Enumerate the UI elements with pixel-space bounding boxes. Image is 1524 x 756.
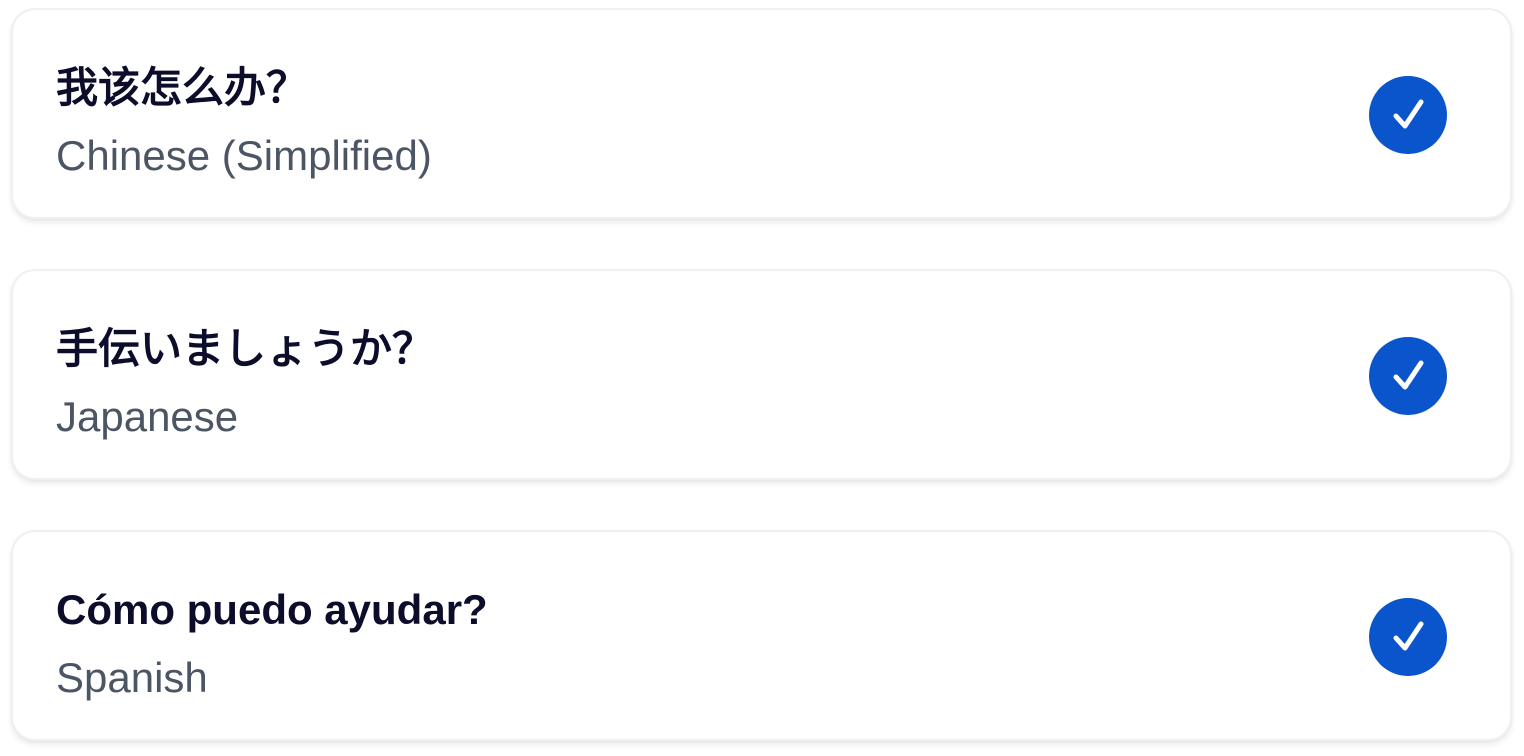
checkmark-circle-icon[interactable] bbox=[1369, 76, 1447, 154]
language-option-japanese[interactable]: 手伝いましょうか？ Japanese bbox=[11, 269, 1512, 480]
phrase-text: 我该怎么办？ bbox=[56, 64, 309, 111]
checkmark-icon bbox=[1393, 621, 1424, 651]
language-option-spanish[interactable]: Cómo puedo ayudar? Spanish bbox=[11, 530, 1512, 741]
checkmark-circle-icon[interactable] bbox=[1369, 337, 1447, 415]
phrase-text: 手伝いましょうか？ bbox=[56, 325, 435, 372]
phrase-text: Cómo puedo ayudar? bbox=[56, 586, 488, 633]
checkmark-icon bbox=[1393, 360, 1424, 390]
language-name: Chinese (Simplified) bbox=[56, 132, 432, 179]
language-list: 我该怎么办？ Chinese (Simplified) 手伝いましょうか？ Ja… bbox=[0, 0, 1524, 756]
language-option-chinese-simplified[interactable]: 我该怎么办？ Chinese (Simplified) bbox=[11, 8, 1512, 219]
language-name: Spanish bbox=[56, 654, 208, 701]
checkmark-circle-icon[interactable] bbox=[1369, 598, 1447, 676]
language-name: Japanese bbox=[56, 393, 239, 440]
checkmark-icon bbox=[1393, 99, 1424, 129]
